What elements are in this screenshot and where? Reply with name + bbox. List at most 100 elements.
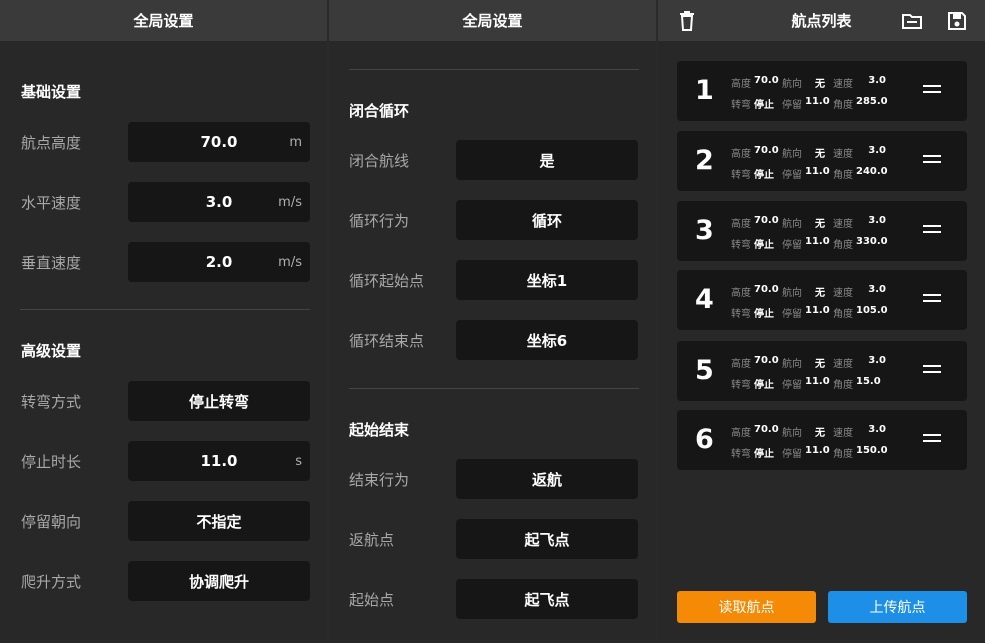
turn-key: 转弯 xyxy=(731,240,751,251)
end-behavior-label: 结束行为 xyxy=(349,471,410,489)
global-settings-panel-2: 全局设置 闭合循环 闭合航线 是 循环行为 循环 循环起始点 坐标1 循环结束点… xyxy=(329,0,656,643)
folder-icon[interactable] xyxy=(901,10,923,32)
loop-end-label: 循环结束点 xyxy=(349,332,425,350)
field-unit: m xyxy=(289,134,302,150)
start-point-select[interactable]: 起飞点 xyxy=(456,579,638,619)
waypoint-card[interactable]: 1 高度 70.0 航向 无速度 3.0 转弯 停止 停留 11.0 角度 285.0 xyxy=(677,61,967,121)
turn-key: 转弯 xyxy=(731,100,751,111)
drag-handle-icon[interactable] xyxy=(923,155,941,167)
panel-header: 航点列表 xyxy=(658,0,985,41)
end-behavior-select[interactable]: 返航 xyxy=(456,459,638,499)
return-point-select[interactable]: 起飞点 xyxy=(456,519,638,559)
start-point-label: 起始点 xyxy=(349,591,395,609)
loop-start-label: 循环起始点 xyxy=(349,272,425,290)
return-point-label: 返航点 xyxy=(349,531,395,549)
field-value: 11.0 xyxy=(200,452,238,470)
field-value: 协调爬升 xyxy=(188,572,249,591)
field-value: 循环 xyxy=(531,211,562,230)
drag-handle-icon[interactable] xyxy=(923,225,941,237)
field-value: 70.0 xyxy=(200,133,238,151)
speed-value: 3.0 xyxy=(868,145,886,156)
panel-header: 全局设置 xyxy=(0,0,327,41)
stop-duration-field[interactable]: 11.0 s xyxy=(128,441,310,481)
drag-handle-icon[interactable] xyxy=(923,365,941,377)
waypoint-info-line-1: 高度 70.0 航向 无速度 3.0 xyxy=(731,355,886,370)
climb-mode-select[interactable]: 协调爬升 xyxy=(128,561,310,601)
waypoint-info-line-1: 高度 70.0 航向 无速度 3.0 xyxy=(731,215,886,230)
angle-key: 角度 xyxy=(833,449,853,460)
stop-duration-label: 停止时长 xyxy=(21,453,82,471)
waypoint-info-line-2: 转弯 停止 停留 11.0 角度 285.0 xyxy=(731,96,888,111)
turn-mode-label: 转弯方式 xyxy=(21,393,82,411)
waypoint-card[interactable]: 4 高度 70.0 航向 无速度 3.0 转弯 停止 停留 11.0 角度 105.0 xyxy=(677,270,967,330)
field-value: 起飞点 xyxy=(524,530,570,549)
angle-value: 105.0 xyxy=(856,305,888,316)
altitude-value: 70.0 xyxy=(754,145,779,156)
read-waypoints-button[interactable]: 读取航点 xyxy=(677,591,816,623)
speed-value: 3.0 xyxy=(868,75,886,86)
angle-key: 角度 xyxy=(833,240,853,251)
angle-value: 150.0 xyxy=(856,445,888,456)
turn-mode-select[interactable]: 停止转弯 xyxy=(128,381,310,421)
start-end-section-title: 起始结束 xyxy=(349,421,410,439)
waypoint-altitude-label: 航点高度 xyxy=(21,134,82,152)
loop-start-select[interactable]: 坐标1 xyxy=(456,260,638,300)
stay-key: 停留 xyxy=(782,309,802,320)
speed-key: 速度 xyxy=(833,149,853,160)
stay-value: 11.0 xyxy=(805,236,830,247)
heading-key: 航向 xyxy=(782,149,802,160)
waypoint-number: 2 xyxy=(695,145,714,176)
waypoint-info-line-2: 转弯 停止 停留 11.0 角度 15.0 xyxy=(731,376,888,391)
speed-value: 3.0 xyxy=(868,355,886,366)
field-value: 2.0 xyxy=(205,253,233,271)
hover-heading-select[interactable]: 不指定 xyxy=(128,501,310,541)
heading-key: 航向 xyxy=(782,428,802,439)
stay-value: 11.0 xyxy=(805,166,830,177)
hover-heading-label: 停留朝向 xyxy=(21,513,82,531)
stay-key: 停留 xyxy=(782,240,802,251)
turn-key: 转弯 xyxy=(731,309,751,320)
drag-handle-icon[interactable] xyxy=(923,434,941,446)
waypoint-card[interactable]: 5 高度 70.0 航向 无速度 3.0 转弯 停止 停留 11.0 角度 15.0 xyxy=(677,341,967,401)
stay-value: 11.0 xyxy=(805,305,830,316)
loop-end-select[interactable]: 坐标6 xyxy=(456,320,638,360)
stay-value: 11.0 xyxy=(805,376,830,387)
speed-key: 速度 xyxy=(833,428,853,439)
field-value: 3.0 xyxy=(205,193,233,211)
speed-value: 3.0 xyxy=(868,284,886,295)
loop-behavior-select[interactable]: 循环 xyxy=(456,200,638,240)
heading-key: 航向 xyxy=(782,359,802,370)
angle-value: 240.0 xyxy=(856,166,888,177)
drag-handle-icon[interactable] xyxy=(923,85,941,97)
section-divider xyxy=(349,388,639,389)
field-unit: m/s xyxy=(278,194,302,210)
angle-key: 角度 xyxy=(833,380,853,391)
waypoint-info-line-1: 高度 70.0 航向 无速度 3.0 xyxy=(731,424,886,439)
altitude-value: 70.0 xyxy=(754,75,779,86)
angle-key: 角度 xyxy=(833,309,853,320)
basic-settings-title: 基础设置 xyxy=(21,83,82,101)
drag-handle-icon[interactable] xyxy=(923,294,941,306)
angle-key: 角度 xyxy=(833,170,853,181)
waypoint-info-line-1: 高度 70.0 航向 无速度 3.0 xyxy=(731,284,886,299)
loop-behavior-label: 循环行为 xyxy=(349,212,410,230)
turn-value: 停止 xyxy=(754,449,774,460)
closed-route-select[interactable]: 是 xyxy=(456,140,638,180)
heading-value: 无 xyxy=(815,359,825,370)
upload-waypoints-button[interactable]: 上传航点 xyxy=(828,591,967,623)
turn-value: 停止 xyxy=(754,100,774,111)
heading-value: 无 xyxy=(815,149,825,160)
waypoint-card[interactable]: 2 高度 70.0 航向 无速度 3.0 转弯 停止 停留 11.0 角度 240.0 xyxy=(677,131,967,191)
field-value: 坐标1 xyxy=(526,271,568,290)
save-icon[interactable] xyxy=(946,10,968,32)
climb-mode-label: 爬升方式 xyxy=(21,573,82,591)
horizontal-speed-field[interactable]: 3.0 m/s xyxy=(128,182,310,222)
waypoint-altitude-field[interactable]: 70.0 m xyxy=(128,122,310,162)
vertical-speed-field[interactable]: 2.0 m/s xyxy=(128,242,310,282)
trash-icon[interactable] xyxy=(676,10,698,32)
speed-key: 速度 xyxy=(833,219,853,230)
waypoint-card[interactable]: 6 高度 70.0 航向 无速度 3.0 转弯 停止 停留 11.0 角度 150.0 xyxy=(677,410,967,470)
turn-value: 停止 xyxy=(754,309,774,320)
waypoint-card[interactable]: 3 高度 70.0 航向 无速度 3.0 转弯 停止 停留 11.0 角度 330.0 xyxy=(677,201,967,261)
altitude-value: 70.0 xyxy=(754,284,779,295)
